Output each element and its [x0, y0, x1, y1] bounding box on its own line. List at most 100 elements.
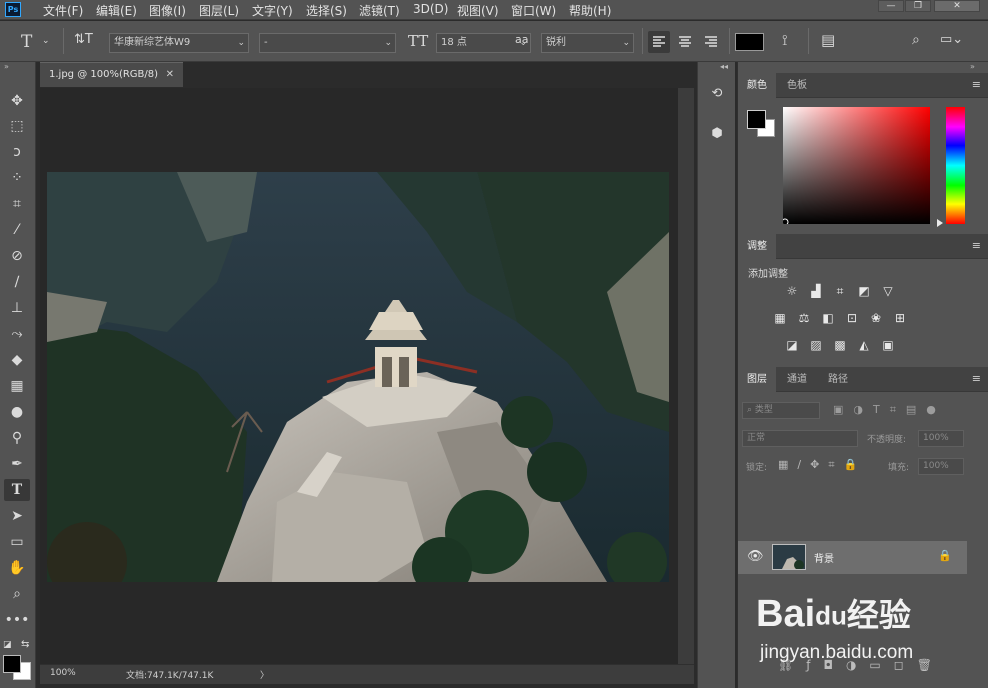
- zoom-level[interactable]: 100%: [50, 668, 76, 678]
- align-right-button[interactable]: [700, 31, 722, 53]
- gradient-tool-icon[interactable]: ▦: [4, 375, 30, 397]
- history-panel-icon[interactable]: ⟲: [706, 83, 728, 105]
- color-lookup-icon[interactable]: ⊞: [891, 311, 909, 326]
- close-button[interactable]: ✕: [934, 0, 980, 12]
- text-orientation-icon[interactable]: ⇅T: [74, 32, 93, 47]
- align-center-button[interactable]: [674, 31, 696, 53]
- eraser-tool-icon[interactable]: ◆: [4, 349, 30, 371]
- dodge-tool-icon[interactable]: ⚲: [4, 427, 30, 449]
- panel-menu-icon[interactable]: ≡: [972, 239, 981, 252]
- hand-tool-icon[interactable]: ✋: [4, 557, 30, 579]
- fill-field[interactable]: 100%: [918, 458, 964, 475]
- foreground-color-swatch[interactable]: [3, 655, 21, 673]
- menu-view[interactable]: 视图(V): [457, 2, 499, 19]
- document-tab[interactable]: 1.jpg @ 100%(RGB/8) ✕: [40, 62, 183, 87]
- layer-row-background[interactable]: 👁 背景 🔒: [738, 541, 967, 574]
- photoshop-logo[interactable]: Ps: [5, 2, 21, 17]
- tab-paths[interactable]: 路径: [819, 367, 857, 392]
- font-style-select[interactable]: - ⌄: [259, 33, 396, 53]
- tab-channels[interactable]: 通道: [778, 367, 816, 392]
- menu-3d[interactable]: 3D(D): [413, 2, 448, 16]
- brightness-icon[interactable]: ☼: [783, 284, 801, 299]
- lock-icon[interactable]: 🔒: [938, 549, 952, 562]
- levels-icon[interactable]: ▟: [807, 284, 825, 299]
- panel-menu-icon[interactable]: ≡: [972, 78, 981, 91]
- 3d-panel-icon[interactable]: ⬢: [706, 123, 728, 145]
- panel-collapse-icon[interactable]: »: [970, 62, 975, 71]
- curves-icon[interactable]: ⌗: [831, 284, 849, 299]
- tab-adjustments[interactable]: 调整: [738, 234, 776, 259]
- default-colors-icon[interactable]: ◪: [3, 640, 12, 650]
- character-panel-icon[interactable]: ▤: [821, 31, 835, 49]
- type-tool-icon[interactable]: T: [4, 479, 30, 501]
- invert-icon[interactable]: ◪: [783, 338, 801, 353]
- gradient-map-icon[interactable]: ◭: [855, 338, 873, 353]
- menu-select[interactable]: 选择(S): [306, 2, 347, 19]
- align-left-button[interactable]: [648, 31, 670, 53]
- menu-layer[interactable]: 图层(L): [199, 2, 239, 19]
- warp-text-icon[interactable]: ⟟: [782, 31, 788, 49]
- close-icon[interactable]: ✕: [166, 63, 174, 86]
- brush-tool-icon[interactable]: ∕: [4, 271, 30, 293]
- crop-tool-icon[interactable]: ⌗: [4, 193, 30, 215]
- tab-swatches[interactable]: 色板: [778, 73, 816, 98]
- black-white-icon[interactable]: ◧: [819, 311, 837, 326]
- quick-select-tool-icon[interactable]: ⁘: [4, 167, 30, 189]
- move-tool-icon[interactable]: ✥: [4, 90, 30, 112]
- more-tools-icon[interactable]: •••: [4, 609, 30, 631]
- lasso-tool-icon[interactable]: ↄ: [4, 141, 30, 163]
- menu-window[interactable]: 窗口(W): [511, 2, 556, 19]
- posterize-icon[interactable]: ▨: [807, 338, 825, 353]
- eye-icon[interactable]: 👁: [747, 549, 764, 564]
- layer-filter-icons[interactable]: ▣◑T⌗▤●: [833, 403, 946, 417]
- layer-filter-select[interactable]: ⌕ 类型: [742, 402, 820, 419]
- color-balance-icon[interactable]: ⚖: [795, 311, 813, 326]
- status-menu-arrow[interactable]: 〉: [260, 668, 269, 681]
- tab-color[interactable]: 颜色: [738, 73, 776, 98]
- hue-saturation-icon[interactable]: ▦: [771, 311, 789, 326]
- eyedropper-tool-icon[interactable]: ⁄: [4, 219, 30, 241]
- rectangle-tool-icon[interactable]: ▭: [4, 531, 30, 553]
- workspace-icon[interactable]: ▭⌄: [940, 32, 963, 47]
- layer-name[interactable]: 背景: [814, 550, 834, 565]
- type-tool-preset-icon[interactable]: T: [21, 32, 32, 52]
- blur-tool-icon[interactable]: ●: [4, 401, 30, 423]
- menu-edit[interactable]: 编辑(E): [96, 2, 137, 19]
- history-brush-tool-icon[interactable]: ⤳: [4, 323, 30, 345]
- swap-colors-icon[interactable]: ⇆: [21, 639, 29, 650]
- selective-color-icon[interactable]: ▣: [879, 338, 897, 353]
- vertical-scrollbar[interactable]: [678, 88, 694, 664]
- channel-mixer-icon[interactable]: ❀: [867, 311, 885, 326]
- lock-icons[interactable]: ▦∕✥⌗🔒: [778, 458, 866, 472]
- zoom-tool-icon[interactable]: ⌕: [4, 583, 30, 605]
- color-field[interactable]: [781, 107, 930, 226]
- restore-button[interactable]: ❐: [905, 0, 931, 12]
- menu-filter[interactable]: 滤镜(T): [359, 2, 400, 19]
- marquee-tool-icon[interactable]: ⬚: [4, 115, 30, 137]
- toolbar-collapse-icon[interactable]: »: [4, 62, 9, 71]
- photo-filter-icon[interactable]: ⊡: [843, 311, 861, 326]
- dock-expand-icon[interactable]: ◂◂: [720, 62, 728, 71]
- text-color-swatch[interactable]: [735, 33, 764, 51]
- opacity-field[interactable]: 100%: [918, 430, 964, 447]
- document-image[interactable]: [47, 172, 669, 582]
- healing-brush-tool-icon[interactable]: ⊘: [4, 245, 30, 267]
- panel-menu-icon[interactable]: ≡: [972, 372, 981, 385]
- font-family-select[interactable]: 华康新综艺体W9 ⌄: [109, 33, 249, 53]
- search-icon[interactable]: ⌕: [912, 32, 920, 48]
- menu-help[interactable]: 帮助(H): [569, 2, 611, 19]
- foreground-color-swatch[interactable]: [747, 110, 766, 129]
- pen-tool-icon[interactable]: ✒: [4, 453, 30, 475]
- minimize-button[interactable]: —: [878, 0, 904, 12]
- menu-image[interactable]: 图像(I): [149, 2, 186, 19]
- tab-layers[interactable]: 图层: [738, 367, 776, 392]
- exposure-icon[interactable]: ◩: [855, 284, 873, 299]
- blend-mode-select[interactable]: 正常: [742, 430, 858, 447]
- vibrance-icon[interactable]: ▽: [879, 284, 897, 299]
- hue-slider[interactable]: [946, 107, 965, 224]
- chevron-down-icon[interactable]: ⌄: [42, 36, 50, 46]
- menu-file[interactable]: 文件(F): [43, 2, 83, 19]
- antialias-select[interactable]: 锐利 ⌄: [541, 33, 634, 53]
- hue-slider-handle[interactable]: [937, 219, 943, 227]
- menu-type[interactable]: 文字(Y): [252, 2, 293, 19]
